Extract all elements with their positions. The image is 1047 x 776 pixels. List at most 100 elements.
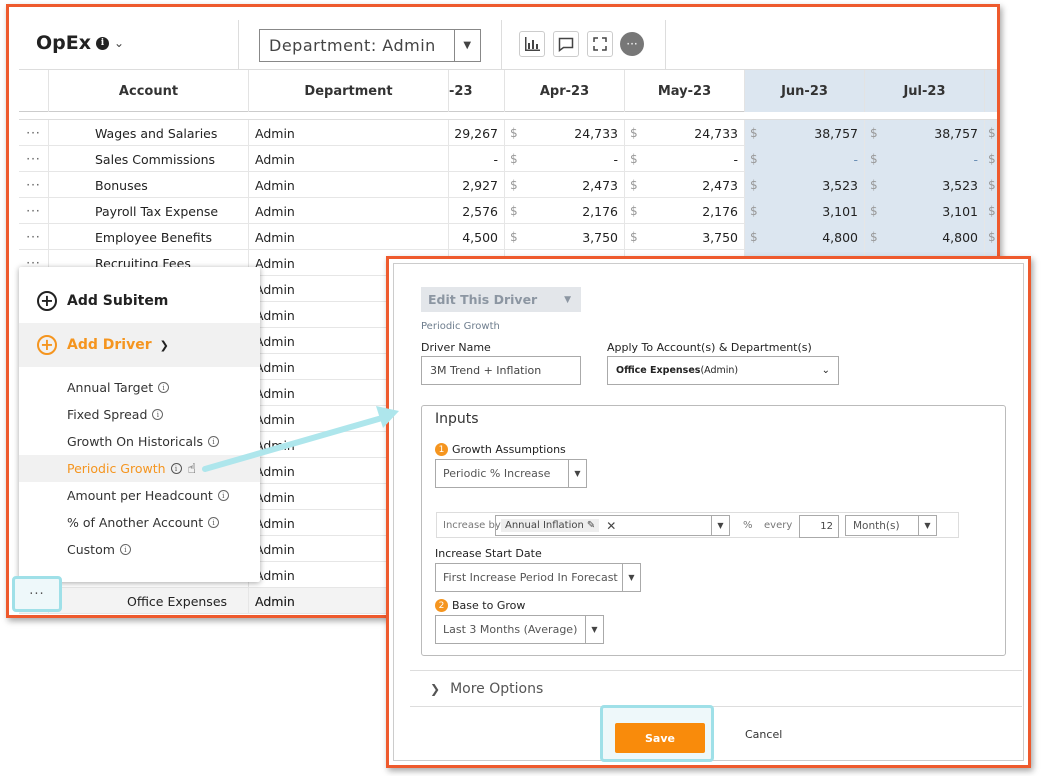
cell-value: 3,101 [942, 203, 978, 219]
info-icon[interactable]: i [158, 382, 170, 393]
value-cell[interactable]: 2,927 [449, 172, 505, 198]
value-cell[interactable]: 29,267 [449, 120, 505, 146]
value-cell[interactable]: 4,500 [449, 224, 505, 250]
account-cell[interactable]: Payroll Tax Expense [49, 198, 249, 224]
value-cell[interactable]: $2,473 [505, 172, 625, 198]
currency-symbol: $ [750, 152, 758, 166]
edit-driver-select[interactable]: Edit This Driver ▼ [421, 287, 581, 312]
value-cell[interactable]: $ - [865, 146, 985, 172]
table-row: ··· Payroll Tax Expense Admin 2,576 $2,176 $2… [19, 198, 997, 224]
value-cell[interactable]: $3,101 [745, 198, 865, 224]
base-to-grow-label: 2 Base to Grow [435, 599, 525, 612]
row-actions-button[interactable]: ··· [19, 120, 49, 146]
value-cell[interactable]: $38,757 [865, 120, 985, 146]
department-cell: Admin [249, 198, 449, 224]
row-actions-button[interactable]: ··· [19, 224, 49, 250]
apply-to-select[interactable]: Office Expenses (Admin) ⌄ [607, 356, 839, 385]
comment-icon[interactable] [553, 31, 579, 57]
menu-item-amount-per-headcount[interactable]: Amount per Headcount i [19, 482, 260, 509]
currency-symbol: $ [630, 126, 638, 140]
every-input[interactable]: 12 [799, 515, 839, 538]
more-options-toggle[interactable]: ❯ More Options [410, 670, 1022, 707]
header-account[interactable]: Account [49, 70, 249, 112]
info-icon[interactable]: i [170, 463, 182, 474]
add-driver-button[interactable]: + Add Driver ❯ [19, 323, 260, 367]
edit-driver-panel: Edit This Driver ▼ Periodic Growth Drive… [386, 256, 1031, 768]
info-icon[interactable]: i [119, 544, 131, 555]
value-cell[interactable]: $2,473 [625, 172, 745, 198]
account-cell[interactable]: Employee Benefits [49, 224, 249, 250]
table-row [19, 112, 997, 120]
pencil-icon[interactable]: ✎ [587, 520, 595, 531]
start-date-select[interactable]: First Increase Period In Forecast ▼ [435, 563, 641, 592]
cell-value: 38,757 [934, 125, 978, 141]
caret-down-icon: ▼ [454, 30, 480, 61]
row-actions-button[interactable]: ··· [19, 198, 49, 224]
add-subitem-button[interactable]: + Add Subitem [19, 279, 260, 323]
cell-value: 3,523 [942, 177, 978, 193]
increase-by-select[interactable]: Annual Inflation ✎ ✕ ▼ [495, 515, 730, 536]
value-cell[interactable]: $3,750 [505, 224, 625, 250]
account-cell[interactable]: Bonuses [49, 172, 249, 198]
value-cell: $ [985, 224, 997, 250]
value-cell[interactable]: $4,800 [745, 224, 865, 250]
value-cell[interactable]: $3,750 [625, 224, 745, 250]
value-cell[interactable]: $24,733 [505, 120, 625, 146]
opex-title-menu[interactable]: OpEx i ⌄ [36, 32, 124, 54]
value-cell: $ [985, 172, 997, 198]
info-icon[interactable]: i [208, 517, 220, 528]
menu-item-fixed-spread[interactable]: Fixed Spread i [19, 401, 260, 428]
department-select[interactable]: Department: Admin ▼ [259, 29, 481, 62]
menu-item-of-another-account[interactable]: % of Another Account i [19, 509, 260, 536]
row-actions-button[interactable]: ··· [19, 172, 49, 198]
value-cell[interactable]: - [449, 146, 505, 172]
value-cell[interactable]: $38,757 [745, 120, 865, 146]
value-cell[interactable]: $4,800 [865, 224, 985, 250]
info-icon[interactable]: i [217, 490, 229, 501]
menu-item-periodic-growth[interactable]: Periodic Growth i ☝ [19, 455, 260, 482]
base-to-grow-select[interactable]: Last 3 Months (Average) ▼ [435, 615, 604, 644]
value-cell[interactable]: $3,523 [745, 172, 865, 198]
header-department[interactable]: Department [249, 70, 449, 112]
value-cell[interactable]: $3,101 [865, 198, 985, 224]
value-cell[interactable]: $3,523 [865, 172, 985, 198]
account-cell[interactable] [49, 588, 249, 614]
period-unit-select[interactable]: Month(s) ▼ [845, 515, 937, 536]
header-jun: Jun-23 [745, 70, 865, 112]
value-cell[interactable]: $2,176 [505, 198, 625, 224]
caret-down-icon: ▼ [568, 460, 586, 487]
value-cell[interactable]: $2,176 [625, 198, 745, 224]
inflation-tag[interactable]: Annual Inflation ✎ [501, 519, 600, 532]
value-cell[interactable]: $ - [505, 146, 625, 172]
cell-value: 29,267 [454, 125, 498, 141]
row-actions-button[interactable]: ··· [12, 576, 62, 612]
account-cell[interactable]: Sales Commissions [49, 146, 249, 172]
row-actions-button[interactable]: ··· [19, 146, 49, 172]
growth-assumptions-select[interactable]: Periodic % Increase ▼ [435, 459, 587, 488]
header-mar: -23 [449, 70, 505, 112]
step-1-badge: 1 [435, 443, 448, 456]
cell-value: - [613, 151, 618, 167]
info-icon[interactable]: i [96, 36, 109, 50]
value-cell[interactable]: $ - [745, 146, 865, 172]
close-icon[interactable]: ✕ [606, 519, 616, 533]
value-cell[interactable]: $ - [625, 146, 745, 172]
value-cell[interactable]: $24,733 [625, 120, 745, 146]
info-icon[interactable]: i [152, 409, 164, 420]
account-cell[interactable]: Wages and Salaries [49, 120, 249, 146]
driver-name-input[interactable]: 3M Trend + Inflation [421, 356, 581, 385]
menu-item-growth-on-historicals[interactable]: Growth On Historicals i [19, 428, 260, 455]
cell-value: 3,750 [582, 229, 618, 245]
save-button[interactable]: Save [615, 723, 705, 753]
cancel-button[interactable]: Cancel [745, 728, 782, 741]
caret-down-icon: ▼ [585, 616, 603, 643]
more-icon[interactable]: ··· [620, 32, 644, 56]
fullscreen-icon[interactable] [587, 31, 613, 57]
chart-icon[interactable] [519, 31, 545, 57]
value-cell[interactable]: 2,576 [449, 198, 505, 224]
info-icon[interactable]: i [208, 436, 220, 447]
cell-value: 3,101 [822, 203, 858, 219]
menu-item-annual-target[interactable]: Annual Target i [19, 374, 260, 401]
chevron-down-icon[interactable]: ⌄ [114, 36, 124, 50]
menu-item-custom[interactable]: Custom i [19, 536, 260, 563]
